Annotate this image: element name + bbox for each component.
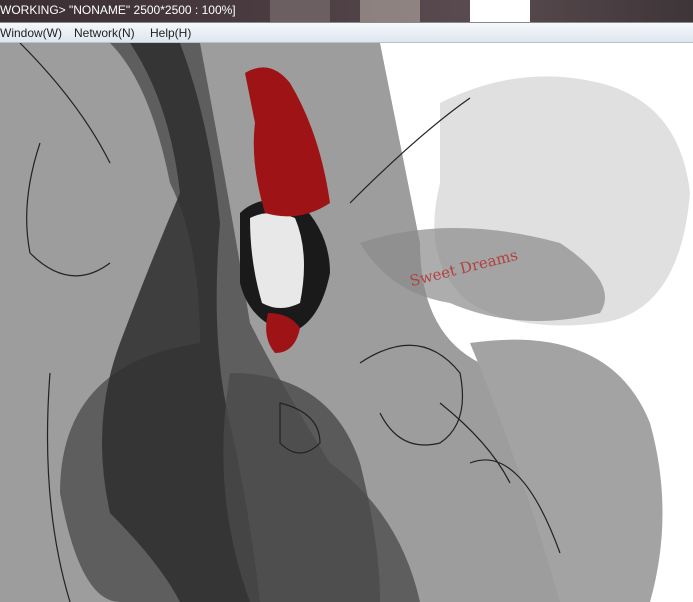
menu-network[interactable]: Network(N) — [74, 23, 135, 43]
window-title-bar: WORKING> "NONAME" 2500*2500 : 100%] — [0, 0, 693, 22]
artwork: Sweet Dreams — [0, 43, 693, 602]
drawing-canvas[interactable]: Sweet Dreams — [0, 43, 693, 602]
menu-help[interactable]: Help(H) — [150, 23, 191, 43]
menu-window[interactable]: Window(W) — [0, 23, 62, 43]
menu-bar: Window(W) Network(N) Help(H) — [0, 22, 693, 43]
window-title: WORKING> "NONAME" 2500*2500 : 100%] — [0, 3, 236, 17]
